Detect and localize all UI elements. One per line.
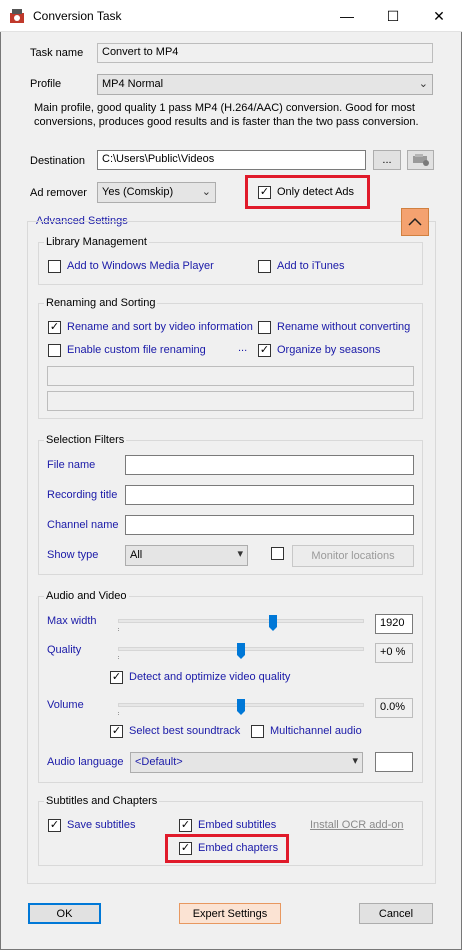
chevron-down-icon: ▾ [237,548,243,560]
file-name-field[interactable] [125,455,414,475]
chevron-down-icon: ⌄ [418,78,428,90]
browse-button[interactable]: ... [373,150,401,170]
volume-slider-thumb[interactable] [237,699,245,715]
custom-rename-label: Enable custom file renaming [67,344,206,356]
quality-value[interactable]: +0 % [375,643,413,663]
profile-value: MP4 Normal [102,78,164,90]
recording-title-label: Recording title [47,489,118,501]
title-bar: Conversion Task — ☐ ✕ [0,0,462,32]
install-ocr-link[interactable]: Install OCR add-on [310,819,404,831]
rename-sort-checkbox[interactable] [48,321,61,334]
custom-rename-options-link[interactable]: ... [238,342,247,354]
chevron-up-icon [408,217,422,226]
channel-name-label: Channel name [47,519,119,531]
save-subtitles-label: Save subtitles [67,819,136,831]
audio-language-dropdown[interactable]: <Default> ▾ [130,752,363,773]
file-name-label: File name [47,459,96,471]
channel-name-field[interactable] [125,515,414,535]
profile-description: Main profile, good quality 1 pass MP4 (H… [34,102,419,128]
task-name-label: Task name [30,47,84,59]
best-soundtrack-checkbox[interactable] [110,725,123,738]
minimize-button[interactable]: — [324,0,370,32]
quality-label: Quality [47,644,82,656]
detect-quality-label: Detect and optimize video quality [129,671,291,683]
recording-title-field[interactable] [125,485,414,505]
window-title: Conversion Task [33,9,122,23]
custom-rename-checkbox[interactable] [48,344,61,357]
embed-chapters-checkbox[interactable] [179,842,192,855]
volume-label: Volume [47,699,84,711]
embed-subtitles-label: Embed subtitles [198,819,277,831]
chevron-down-icon: ⌄ [201,186,211,198]
ad-remover-dropdown[interactable]: Yes (Comskip) ⌄ [97,182,216,203]
show-type-dropdown[interactable]: All ▾ [125,545,248,566]
organize-seasons-checkbox[interactable] [258,344,271,357]
ad-remover-value: Yes (Comskip) [102,186,174,198]
rename-without-label: Rename without converting [277,321,411,333]
profile-dropdown[interactable]: MP4 Normal ⌄ [97,74,433,95]
custom-rename-pattern-field-2[interactable] [47,391,414,411]
selection-filters-title: Selection Filters [44,434,127,446]
network-drive-icon [412,154,429,166]
max-width-slider-track [118,619,364,623]
collapse-advanced-button[interactable] [401,208,429,236]
add-itunes-checkbox[interactable] [258,260,271,273]
network-browse-button[interactable] [407,150,434,170]
profile-label: Profile [30,78,62,90]
app-icon [10,9,24,23]
cancel-button[interactable]: Cancel [359,903,433,924]
only-detect-ads-checkbox[interactable] [258,186,271,199]
add-wmp-checkbox[interactable] [48,260,61,273]
only-detect-ads-label: Only detect Ads [277,186,355,198]
quality-slider-thumb[interactable] [237,643,245,659]
monitor-locations-button[interactable]: Monitor locations [292,545,414,567]
maximize-button[interactable]: ☐ [370,0,416,32]
max-width-label: Max width [47,615,97,627]
volume-value[interactable]: 0.0% [375,698,413,718]
max-width-value[interactable]: 1920 [375,614,413,634]
audio-video-title: Audio and Video [44,590,129,602]
expert-settings-button[interactable]: Expert Settings [179,903,281,924]
add-wmp-label: Add to Windows Media Player [67,260,214,272]
best-soundtrack-label: Select best soundtrack [129,725,241,737]
ok-button[interactable]: OK [28,903,101,924]
renaming-title: Renaming and Sorting [44,297,158,309]
show-type-label: Show type [47,549,99,561]
destination-label: Destination [30,155,86,167]
chevron-down-icon: ▾ [352,755,358,767]
multichannel-label: Multichannel audio [270,725,362,737]
library-management-title: Library Management [44,236,149,248]
rename-without-checkbox[interactable] [258,321,271,334]
embed-chapters-label: Embed chapters [198,842,279,854]
show-type-value: All [130,549,143,561]
destination-field[interactable]: C:\Users\Public\Videos [97,150,366,170]
rename-sort-label: Rename and sort by video information [67,321,253,333]
audio-language-code-field[interactable] [375,752,413,772]
multichannel-checkbox[interactable] [251,725,264,738]
custom-rename-pattern-field[interactable] [47,366,414,386]
audio-language-value: <Default> [135,756,183,768]
task-name-field[interactable]: Convert to MP4 [97,43,433,63]
ad-remover-label: Ad remover [30,187,87,199]
add-itunes-label: Add to iTunes [277,260,345,272]
audio-language-label: Audio language [47,756,124,768]
detect-quality-checkbox[interactable] [110,671,123,684]
max-width-slider-ticks [118,628,364,631]
close-button[interactable]: ✕ [416,0,462,32]
save-subtitles-checkbox[interactable] [48,819,61,832]
embed-subtitles-checkbox[interactable] [179,819,192,832]
subtitles-title: Subtitles and Chapters [44,795,160,807]
organize-seasons-label: Organize by seasons [277,344,381,356]
max-width-slider-thumb[interactable] [268,615,277,631]
monitor-locations-checkbox[interactable] [271,547,284,560]
